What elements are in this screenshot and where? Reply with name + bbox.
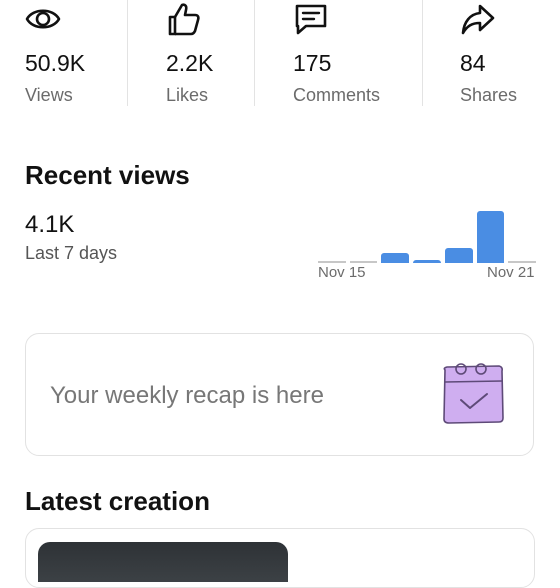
calendar-check-icon (443, 363, 504, 424)
video-thumbnail[interactable] (38, 542, 288, 582)
weekly-recap-text: Your weekly recap is here (50, 382, 324, 409)
chart-bar (318, 261, 346, 263)
eye-icon (25, 9, 61, 29)
stat-divider (254, 0, 255, 106)
comments-label: Comments (293, 85, 381, 105)
views-label: Views (25, 85, 73, 105)
stats-row: 50.9K Views 2.2K Likes 175 Comments 84 S… (0, 0, 560, 108)
latest-creation-card[interactable] (25, 528, 535, 588)
comment-icon (295, 4, 327, 35)
chart-bar (349, 261, 378, 263)
stat-divider (422, 0, 423, 106)
chart-start-label: Nov 15 (318, 264, 366, 281)
likes-value: 2.2K (166, 50, 214, 76)
chart-bar (508, 261, 536, 263)
chart-bar (444, 248, 473, 263)
recent-views-chart[interactable] (316, 203, 538, 263)
recent-views-period: Last 7 days (25, 243, 118, 263)
weekly-recap-card[interactable]: Your weekly recap is here (25, 333, 534, 456)
recent-views-total: 4.1K (25, 211, 75, 238)
share-icon (461, 4, 495, 35)
chart-end-label: Nov 21 (487, 264, 535, 281)
shares-label: Shares (460, 85, 518, 105)
likes-label: Likes (166, 85, 209, 105)
thumbs-up-icon (168, 3, 200, 36)
stat-divider (127, 0, 128, 106)
chart-bar (381, 253, 410, 263)
chart-bar (476, 211, 505, 263)
views-value: 50.9K (25, 50, 86, 76)
recent-views-title: Recent views (25, 160, 190, 190)
latest-creation-title: Latest creation (25, 486, 210, 516)
comments-value: 175 (293, 50, 332, 76)
shares-value: 84 (460, 50, 486, 76)
chart-bar (413, 260, 441, 263)
